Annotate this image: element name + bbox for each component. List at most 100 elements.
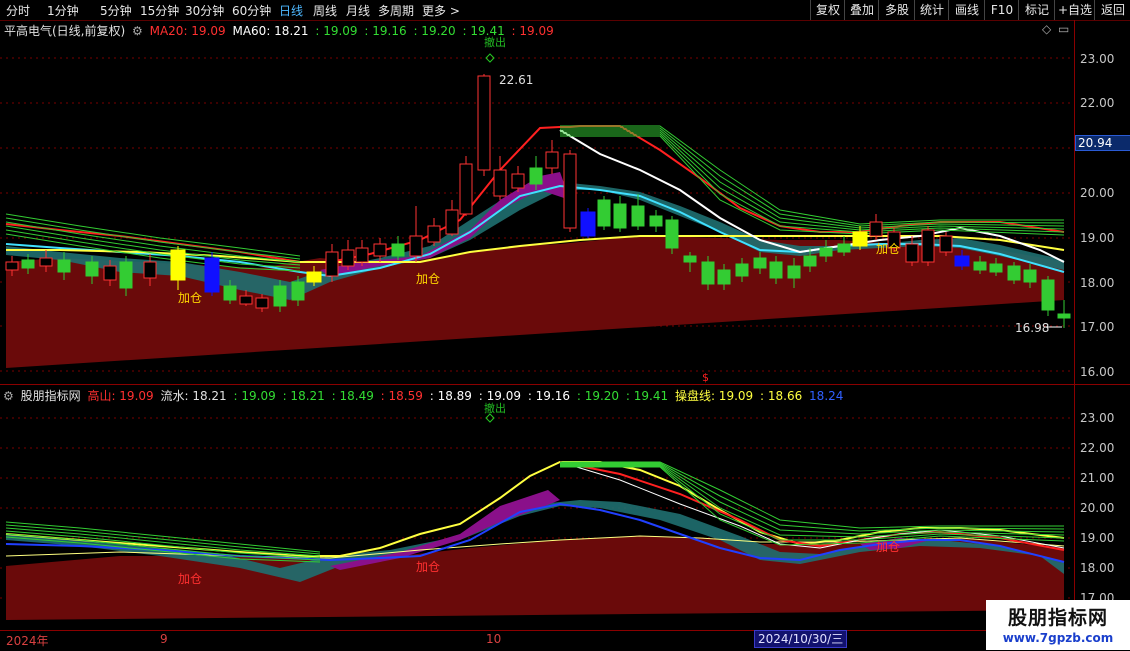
main-axis-label: 19.00: [1080, 231, 1115, 245]
candle-body: [921, 229, 935, 263]
date-year: 2024年: [6, 634, 49, 648]
sub-axis-label: 21.00: [1080, 471, 1115, 485]
sub-jiacang-label: 加仓: [876, 540, 901, 554]
sub-value-10: : 18.66: [760, 389, 803, 403]
sub-legend: ⚙ 股朋指标网 高山: 19.09 流水: 18.21 : 19.09 : 18…: [0, 387, 846, 403]
main-axis-label: 23.00: [1080, 52, 1115, 66]
candle-body: [143, 261, 157, 279]
sub-fan-line: [560, 462, 1065, 532]
candle-body: [341, 249, 355, 267]
candle-body: [355, 247, 369, 263]
jiacang-label: 加仓: [178, 291, 203, 305]
candle-body: [613, 203, 627, 229]
sub-value-9: : 19.41: [625, 389, 669, 403]
candle-body: [683, 255, 697, 263]
candle-body: [852, 231, 868, 247]
candle-body: [665, 219, 679, 249]
sub-signal-label: 撤出: [484, 402, 506, 415]
sub-settings-icon[interactable]: ⚙: [3, 389, 14, 403]
current-price-tag: 20.94: [1075, 135, 1130, 151]
watermark-logo: 股朋指标网 www.7gpzb.com: [986, 600, 1130, 650]
main-axis-label: 20.00: [1080, 186, 1115, 200]
candle-body: [701, 261, 715, 285]
date-sep: 9: [160, 632, 168, 646]
candle-body: [255, 297, 269, 309]
candle-body: [1007, 265, 1021, 281]
candle-body: [580, 211, 596, 237]
diamond-icon[interactable]: ◇: [1042, 22, 1051, 36]
candle-body: [477, 75, 491, 171]
candle-body: [204, 257, 220, 293]
jiacang-label: 加仓: [876, 242, 901, 256]
stock-name[interactable]: 平高电气(日线,前复权): [4, 24, 125, 38]
sub-value-8: : 19.20: [576, 389, 620, 403]
watermark-title: 股朋指标网: [1007, 607, 1108, 629]
candle-body: [459, 163, 473, 215]
candle-body: [39, 257, 53, 267]
candle-body: [753, 257, 767, 269]
candle-body: [954, 255, 970, 267]
candle-body: [391, 243, 405, 257]
caopan-label: 操盘线: 19.09: [674, 389, 754, 403]
candle-body: [529, 167, 543, 185]
main-panel: [0, 53, 1074, 372]
main-axis-label: 17.00: [1080, 320, 1115, 334]
candle-body: [769, 261, 783, 279]
candle-body: [409, 235, 423, 257]
sub-axis-label: 19.00: [1080, 531, 1115, 545]
candle-body: [291, 281, 305, 301]
candle-body: [5, 261, 19, 271]
ma20-label: MA20: 19.09: [149, 24, 226, 38]
candle-body: [493, 169, 507, 197]
settings-icon[interactable]: ⚙: [132, 24, 143, 38]
candle-body: [239, 295, 253, 305]
sub-value-4: : 18.59: [380, 389, 423, 403]
sub-jiacang-label: 加仓: [416, 560, 441, 574]
panel-divider[interactable]: [0, 384, 1130, 385]
signal-label: 撤出: [484, 36, 506, 49]
candle-body: [223, 285, 237, 301]
indicator-name[interactable]: 股朋指标网: [21, 389, 81, 403]
main-plot: [5, 53, 1071, 368]
watermark-url: www.7gpzb.com: [1002, 631, 1114, 645]
low-price-label: 16.98: [1015, 321, 1050, 335]
dollar-marker: $: [702, 371, 709, 384]
candle-body: [939, 235, 953, 253]
main-axis-label: 18.00: [1080, 276, 1115, 290]
candle-body: [119, 261, 133, 289]
candle-body: [735, 263, 749, 277]
sub-axis-label: 22.00: [1080, 441, 1115, 455]
candle-body: [306, 271, 322, 283]
sub-value-11: 18.24: [809, 389, 844, 403]
panel-toggle-icon[interactable]: ▭: [1058, 22, 1069, 36]
candle-body: [445, 209, 459, 235]
candle-body: [85, 261, 99, 277]
candle-body: [597, 199, 611, 227]
candle-body: [989, 263, 1003, 273]
date-oct: 10: [486, 632, 502, 646]
candle-body: [649, 215, 663, 227]
ma-value-2: : 19.16: [364, 24, 407, 38]
date-axis: 2024年 9 10: [0, 630, 1074, 651]
sub-jiacang-label: 加仓: [178, 572, 203, 586]
candle-body: [819, 247, 833, 257]
gaoshan-label: 高山: 19.09: [87, 389, 154, 403]
ma-value-3: : 19.20: [413, 24, 456, 38]
candle-body: [325, 251, 339, 277]
candle-body: [427, 225, 441, 243]
candle-body: [545, 151, 559, 169]
sub-value-2: : 18.21: [282, 389, 325, 403]
sub-axis-label: 23.00: [1080, 411, 1115, 425]
main-axis-label: 16.00: [1080, 365, 1115, 379]
high-price-label: 22.61: [499, 73, 534, 87]
kline-chart[interactable]: [0, 0, 1130, 650]
candle-body: [103, 265, 117, 281]
ma-value-1: : 19.09: [315, 24, 358, 38]
sub-axis-label: 20.00: [1080, 501, 1115, 515]
candle-body: [1023, 269, 1037, 283]
candle-body: [511, 173, 525, 189]
sub-value-3: : 18.49: [331, 389, 374, 403]
candle-body: [837, 243, 851, 253]
candle-body: [717, 269, 731, 285]
main-axis-label: 22.00: [1080, 96, 1115, 110]
